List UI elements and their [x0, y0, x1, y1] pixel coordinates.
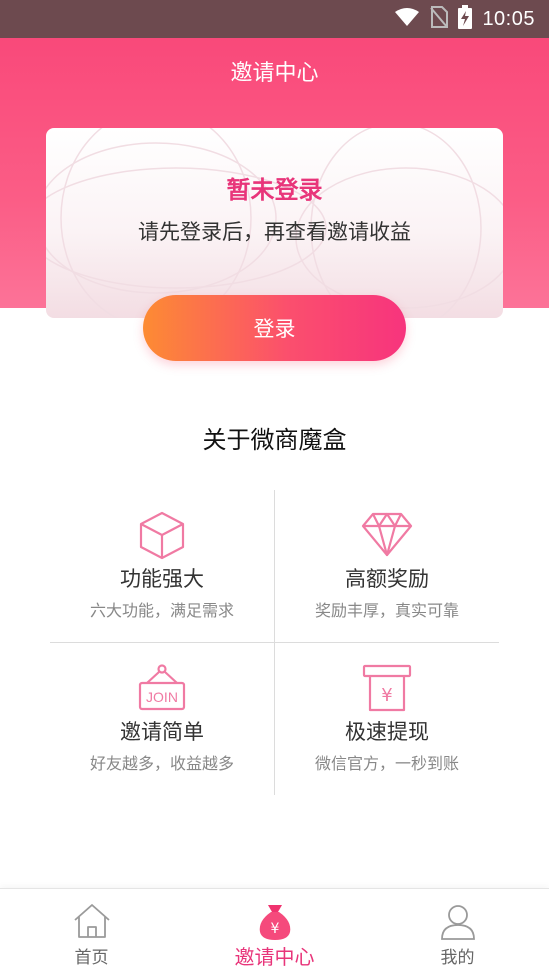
battery-charging-icon [458, 5, 473, 33]
status-bar: 10:05 [0, 0, 549, 38]
status-time: 10:05 [482, 7, 535, 30]
feature-name: 邀请简单 [120, 720, 204, 744]
bottom-tab-bar: 首页 ¥ 邀请中心 我的 [0, 888, 549, 976]
login-button[interactable]: 登录 [143, 295, 406, 361]
feature-desc: 六大功能，满足需求 [89, 601, 234, 620]
tab-label: 我的 [440, 948, 475, 968]
feature-easy-invite: JOIN 邀请简单 好友越多，收益越多 [50, 643, 274, 795]
svg-text:JOIN: JOIN [146, 689, 178, 705]
feature-name: 高额奖励 [345, 567, 429, 591]
about-title: 关于微商魔盒 [202, 426, 347, 454]
login-status-title: 暂未登录 [226, 176, 323, 204]
feature-name: 极速提现 [345, 720, 429, 744]
login-card: 暂未登录 请先登录后，再查看邀请收益 [46, 128, 503, 318]
tab-label: 首页 [74, 948, 109, 968]
home-icon [73, 904, 110, 938]
no-sim-icon [430, 6, 449, 32]
feature-powerful: 功能强大 六大功能，满足需求 [50, 490, 274, 642]
join-sign-icon: JOIN [138, 664, 186, 711]
money-bag-icon: ¥ [259, 905, 290, 940]
feature-name: 功能强大 [120, 567, 204, 591]
feature-rewards: 高额奖励 奖励丰厚，真实可靠 [275, 490, 499, 642]
tab-mine[interactable]: 我的 [366, 889, 549, 976]
diamond-icon [361, 512, 413, 557]
yen-withdraw-icon: ¥ [362, 664, 412, 712]
feature-desc: 微信官方，一秒到账 [314, 754, 459, 773]
page-title: 邀请中心 [230, 61, 319, 86]
tab-home[interactable]: 首页 [0, 889, 183, 976]
svg-text:¥: ¥ [270, 921, 279, 937]
tab-label: 邀请中心 [234, 945, 315, 969]
tab-invite-center[interactable]: ¥ 邀请中心 [183, 889, 366, 976]
feature-desc: 好友越多，收益越多 [89, 754, 234, 773]
wifi-icon [394, 7, 420, 31]
features-grid: 功能强大 六大功能，满足需求 高额奖励 奖励丰厚，真实可靠 JOIN 邀请简单 … [50, 490, 499, 795]
user-icon [440, 905, 475, 940]
login-hint-text: 请先登录后，再查看邀请收益 [138, 220, 411, 244]
feature-desc: 奖励丰厚，真实可靠 [314, 601, 459, 620]
status-icons: 10:05 [394, 0, 535, 38]
feature-fast-withdraw: ¥ 极速提现 微信官方，一秒到账 [275, 643, 499, 795]
svg-text:¥: ¥ [381, 685, 392, 706]
cube-icon [139, 511, 185, 560]
